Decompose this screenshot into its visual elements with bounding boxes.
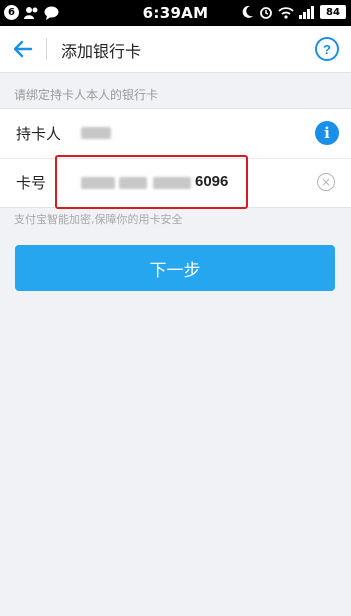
help-icon[interactable]: ?	[315, 37, 339, 61]
cardholder-name-redacted	[81, 127, 111, 139]
next-step-button[interactable]: 下一步	[15, 245, 335, 291]
alarm-icon	[260, 7, 272, 19]
app-header: 添加银行卡 ?	[0, 26, 351, 73]
signal-icon	[299, 5, 314, 19]
battery-icon: 84	[320, 5, 346, 19]
annotation-highlight	[55, 155, 248, 209]
status-right-icons: 84	[242, 5, 346, 19]
header-divider	[46, 38, 47, 60]
section-label: 请绑定持卡人本人的银行卡	[14, 88, 159, 102]
cardholder-row: 持卡人 i	[0, 109, 351, 159]
status-bar: 6 6:39AM 84	[0, 0, 351, 26]
wifi-icon	[278, 6, 294, 19]
page-title: 添加银行卡	[61, 42, 142, 61]
clear-icon[interactable]: ×	[317, 173, 335, 191]
card-number-label: 卡号	[16, 174, 47, 192]
arrow-left-icon[interactable]	[10, 36, 36, 62]
moon-icon	[242, 5, 253, 18]
info-icon[interactable]: i	[315, 121, 339, 145]
cardholder-label: 持卡人	[16, 125, 62, 143]
security-hint: 支付宝智能加密,保障你的用卡安全	[14, 213, 183, 226]
